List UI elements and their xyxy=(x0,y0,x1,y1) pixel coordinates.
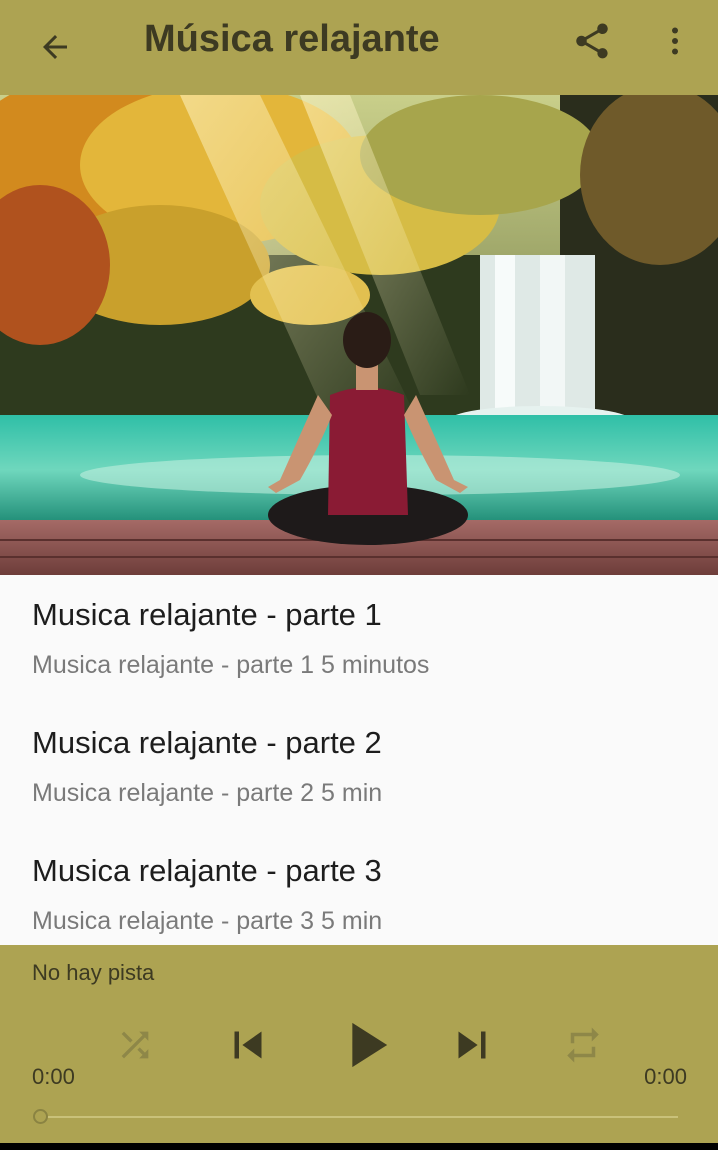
previous-button[interactable] xyxy=(218,1015,278,1075)
track-title: Musica relajante - parte 2 xyxy=(32,725,382,760)
more-vert-icon xyxy=(672,27,678,55)
track-item[interactable]: Musica relajante - parte 2 Musica relaja… xyxy=(0,703,718,831)
seek-thumb[interactable] xyxy=(33,1109,48,1124)
system-bottom-edge xyxy=(0,1143,718,1150)
media-player: No hay pista 0:00 0:00 xyxy=(0,945,718,1143)
play-button[interactable] xyxy=(327,1007,403,1083)
duration-time: 0:00 xyxy=(644,1064,687,1089)
track-list: Musica relajante - parte 1 Musica relaja… xyxy=(0,575,718,945)
track-title: Musica relajante - parte 3 xyxy=(32,853,382,888)
seek-bar[interactable] xyxy=(40,1116,678,1118)
share-button[interactable] xyxy=(566,15,618,67)
track-title: Musica relajante - parte 1 xyxy=(32,597,382,632)
track-item[interactable]: Musica relajante - parte 1 Musica relaja… xyxy=(0,575,718,703)
track-item[interactable]: Musica relajante - parte 3 Musica relaja… xyxy=(0,831,718,945)
shuffle-button[interactable] xyxy=(110,1020,160,1070)
share-icon xyxy=(576,23,608,59)
skip-previous-icon xyxy=(234,1031,262,1059)
track-subtitle: Musica relajante - parte 2 5 min xyxy=(32,779,383,807)
app-bar: Música relajante xyxy=(0,0,718,95)
skip-next-icon xyxy=(458,1031,486,1059)
page-title: Música relajante xyxy=(144,18,440,60)
play-icon xyxy=(352,1022,388,1068)
player-status: No hay pista xyxy=(32,960,155,985)
repeat-icon xyxy=(567,1027,599,1063)
shuffle-icon xyxy=(121,1031,149,1059)
overflow-menu-button[interactable] xyxy=(655,15,695,67)
track-subtitle: Musica relajante - parte 1 5 minutos xyxy=(32,651,430,679)
back-button[interactable] xyxy=(30,22,80,72)
meditation-waterfall-image xyxy=(0,95,718,575)
track-subtitle: Musica relajante - parte 3 5 min xyxy=(32,907,383,935)
next-button[interactable] xyxy=(442,1015,502,1075)
arrow-back-icon xyxy=(43,35,67,59)
hero-image xyxy=(0,95,718,575)
elapsed-time: 0:00 xyxy=(32,1064,75,1089)
repeat-button[interactable] xyxy=(558,1020,608,1070)
